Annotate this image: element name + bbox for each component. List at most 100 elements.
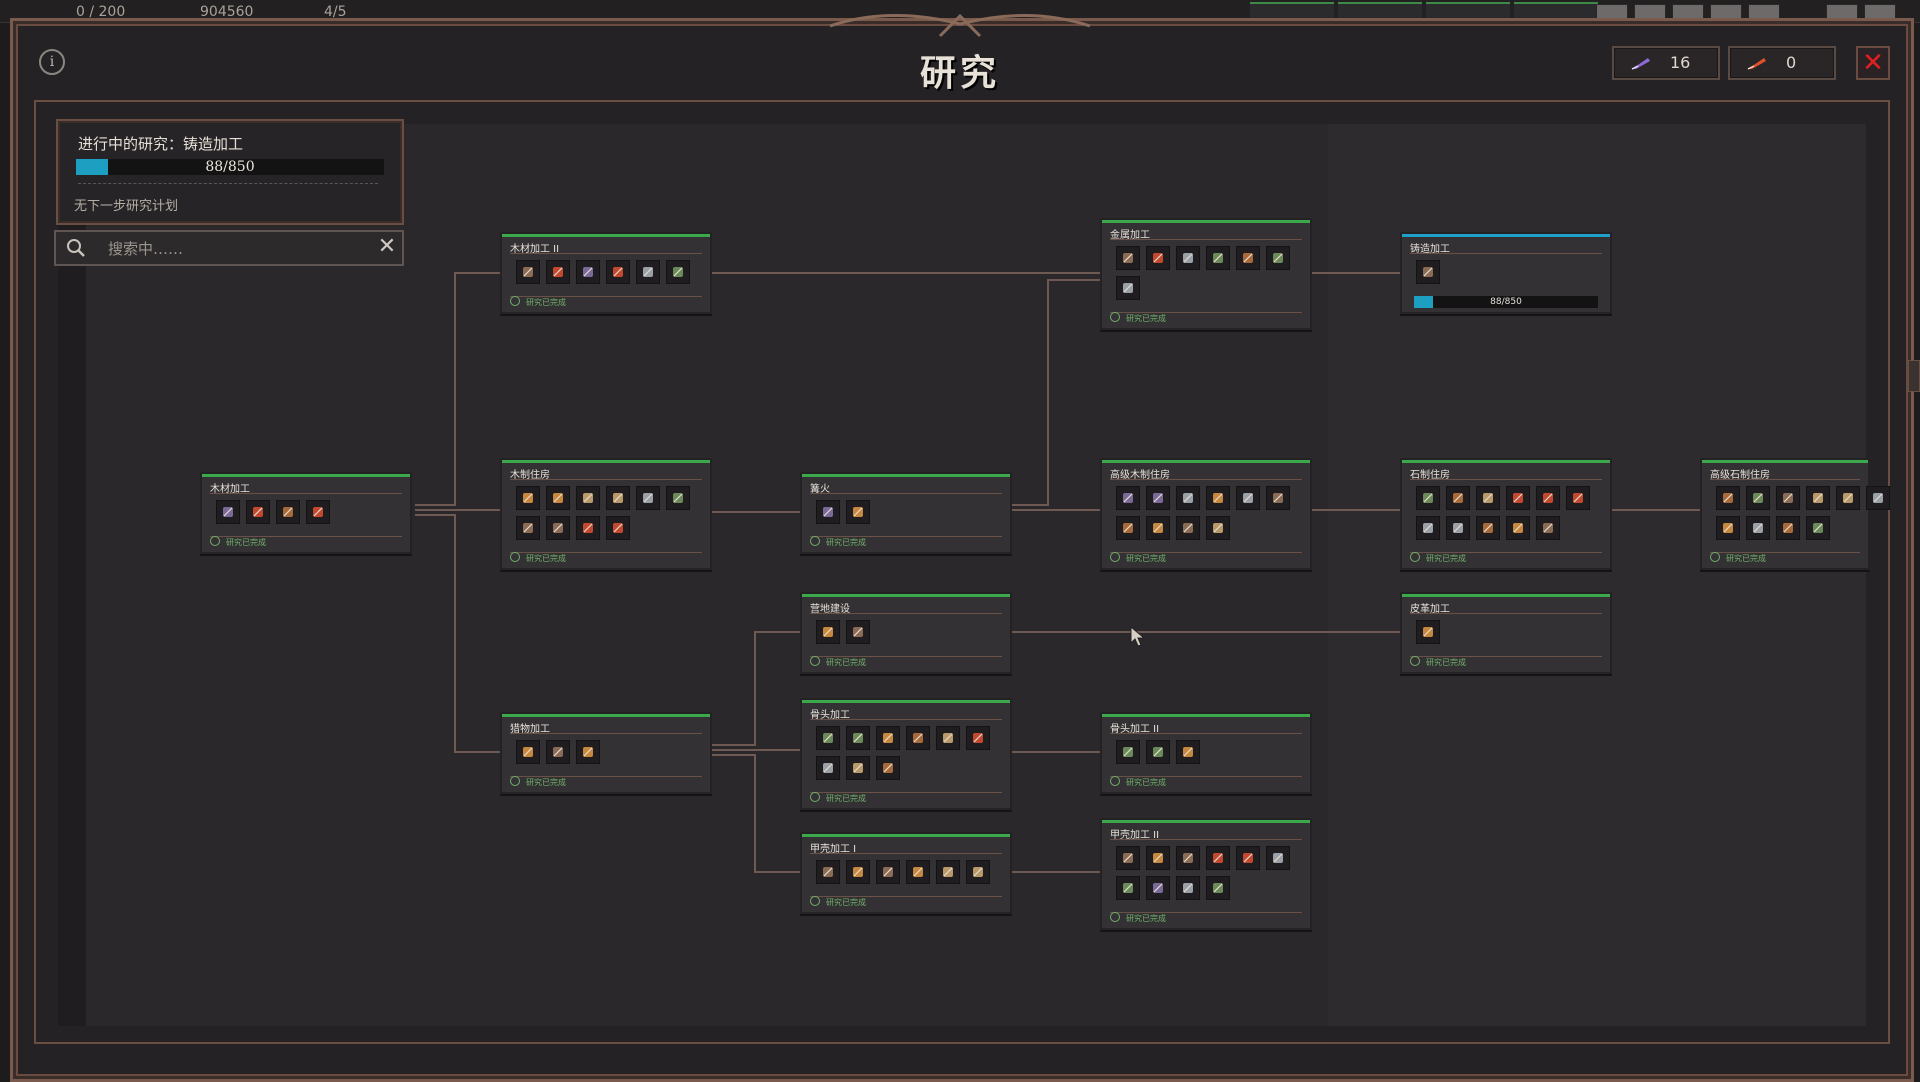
research-node-campfire[interactable]: 篝火 研究已完成 — [800, 472, 1012, 554]
furnace-icon[interactable] — [1206, 246, 1230, 270]
bone-skull-icon[interactable] — [1176, 740, 1200, 764]
stool-icon[interactable] — [1116, 516, 1140, 540]
plank-icon[interactable] — [246, 500, 270, 524]
stone-tile-icon[interactable] — [1536, 486, 1560, 510]
stone-fountain-icon[interactable] — [1716, 516, 1740, 540]
casting-mould-icon[interactable] — [1416, 260, 1440, 284]
shell-hoe-icon[interactable] — [1206, 876, 1230, 900]
shell-icon[interactable] — [816, 860, 840, 884]
shell-armor-icon[interactable] — [846, 860, 870, 884]
barrel-icon[interactable] — [576, 260, 600, 284]
cabinet-icon[interactable] — [516, 516, 540, 540]
info-button[interactable]: i — [39, 49, 65, 75]
research-node-bone2[interactable]: 骨头加工 II 研究已完成 — [1100, 712, 1312, 794]
dresser-icon[interactable] — [1146, 486, 1170, 510]
pot-icon[interactable] — [846, 500, 870, 524]
stool-icon[interactable] — [666, 486, 690, 510]
bone-spear-icon[interactable] — [876, 726, 900, 750]
door-icon[interactable] — [516, 486, 540, 510]
stone-block-icon[interactable] — [1506, 486, 1530, 510]
cabinet-icon[interactable] — [1176, 486, 1200, 510]
research-node-wood[interactable]: 木材加工 研究已完成 — [200, 472, 412, 554]
research-node-bone[interactable]: 骨头加工 研究已完成 — [800, 698, 1012, 810]
bone-hammer-icon[interactable] — [816, 756, 840, 780]
shell-axe-icon[interactable] — [906, 860, 930, 884]
campfire-icon[interactable] — [816, 500, 840, 524]
stone-lamp-icon[interactable] — [1446, 516, 1470, 540]
stone-bed-icon[interactable] — [1746, 486, 1770, 510]
crate-icon[interactable] — [666, 260, 690, 284]
research-node-hunt[interactable]: 猎物加工 研究已完成 — [500, 712, 712, 794]
stone-table-icon[interactable] — [1776, 516, 1800, 540]
shell-spear-icon[interactable] — [936, 860, 960, 884]
chest-icon[interactable] — [1236, 486, 1260, 510]
close-button[interactable]: ✕ — [1856, 46, 1890, 80]
shell-pick-icon[interactable] — [1236, 846, 1260, 870]
shell-hammer-icon[interactable] — [1266, 846, 1290, 870]
stone-pillar-icon[interactable] — [1806, 486, 1830, 510]
wood-bundle-icon[interactable] — [306, 500, 330, 524]
pole-icon[interactable] — [546, 740, 570, 764]
bone-dagger-icon[interactable] — [936, 726, 960, 750]
fire-pit-icon[interactable] — [216, 500, 240, 524]
stone-shelf-icon[interactable] — [1506, 516, 1530, 540]
shell-spear-icon[interactable] — [1176, 846, 1200, 870]
stone-statue-icon[interactable] — [1866, 486, 1890, 510]
clear-search-icon[interactable]: ✕ — [376, 234, 398, 260]
stone-door-icon[interactable] — [1446, 486, 1470, 510]
shell-rod-icon[interactable] — [1176, 876, 1200, 900]
research-node-woodhouse[interactable]: 木制住房 研究已完成 — [500, 458, 712, 570]
research-node-shell2[interactable]: 甲壳加工 II 研究已完成 — [1100, 818, 1312, 930]
research-node-shell1[interactable]: 甲壳加工 I 研究已完成 — [800, 832, 1012, 914]
stone-stool-icon[interactable] — [1476, 516, 1500, 540]
bone-star-icon[interactable] — [1146, 740, 1170, 764]
mould-icon[interactable] — [1266, 246, 1290, 270]
table-icon[interactable] — [576, 486, 600, 510]
bed-icon[interactable] — [546, 486, 570, 510]
shelf-icon[interactable] — [1176, 516, 1200, 540]
spear-icon[interactable] — [636, 260, 660, 284]
research-node-metal[interactable]: 金属加工 研究已完成 — [1100, 218, 1312, 330]
tent-icon[interactable] — [816, 620, 840, 644]
plank-icon[interactable] — [516, 260, 540, 284]
research-node-advstone[interactable]: 高级石制住房 研究已完成 — [1700, 458, 1890, 570]
shell-sword-icon[interactable] — [1206, 846, 1230, 870]
painting-icon[interactable] — [1266, 486, 1290, 510]
pillar-icon[interactable] — [546, 516, 570, 540]
workbench-icon[interactable] — [276, 500, 300, 524]
stone-altar-icon[interactable] — [1716, 486, 1740, 510]
shell-dagger-icon[interactable] — [1116, 876, 1140, 900]
bone-axe-icon[interactable] — [906, 726, 930, 750]
shell-pick-icon[interactable] — [966, 860, 990, 884]
bone-club-icon[interactable] — [846, 726, 870, 750]
smelter-icon[interactable] — [1236, 246, 1260, 270]
research-node-wood2[interactable]: 木材加工 II 研究已完成 — [500, 232, 712, 314]
bookshelf-icon[interactable] — [1206, 486, 1230, 510]
candle-icon[interactable] — [1206, 516, 1230, 540]
bone-knife-icon[interactable] — [816, 726, 840, 750]
research-node-advwood[interactable]: 高级木制住房 研究已完成 — [1100, 458, 1312, 570]
stone-urn-icon[interactable] — [1806, 516, 1830, 540]
forge-icon[interactable] — [1146, 246, 1170, 270]
chair-icon[interactable] — [636, 486, 660, 510]
shell-blade-icon[interactable] — [1146, 846, 1170, 870]
shelf-icon[interactable] — [606, 516, 630, 540]
stone-bench-icon[interactable] — [1536, 516, 1560, 540]
bone-pick-icon[interactable] — [966, 726, 990, 750]
pot-icon[interactable] — [1116, 276, 1140, 300]
log-icon[interactable] — [606, 260, 630, 284]
stick-icon[interactable] — [546, 260, 570, 284]
stone-bath-icon[interactable] — [1416, 486, 1440, 510]
hide-frame-icon[interactable] — [576, 740, 600, 764]
anvil-icon[interactable] — [1116, 246, 1140, 270]
stone-lamp-icon[interactable] — [1746, 516, 1770, 540]
leather-rack-icon[interactable] — [1416, 620, 1440, 644]
stone-bench-icon[interactable] — [1836, 486, 1860, 510]
barrel-icon[interactable] — [576, 516, 600, 540]
research-node-casting[interactable]: 铸造加工 88/850 — [1400, 232, 1612, 314]
research-node-leather[interactable]: 皮革加工 研究已完成 — [1400, 592, 1612, 674]
shell-blade-icon[interactable] — [876, 860, 900, 884]
stone-basin-icon[interactable] — [1776, 486, 1800, 510]
bone-sickle-icon[interactable] — [876, 756, 900, 780]
stone-cabinet-icon[interactable] — [1476, 486, 1500, 510]
